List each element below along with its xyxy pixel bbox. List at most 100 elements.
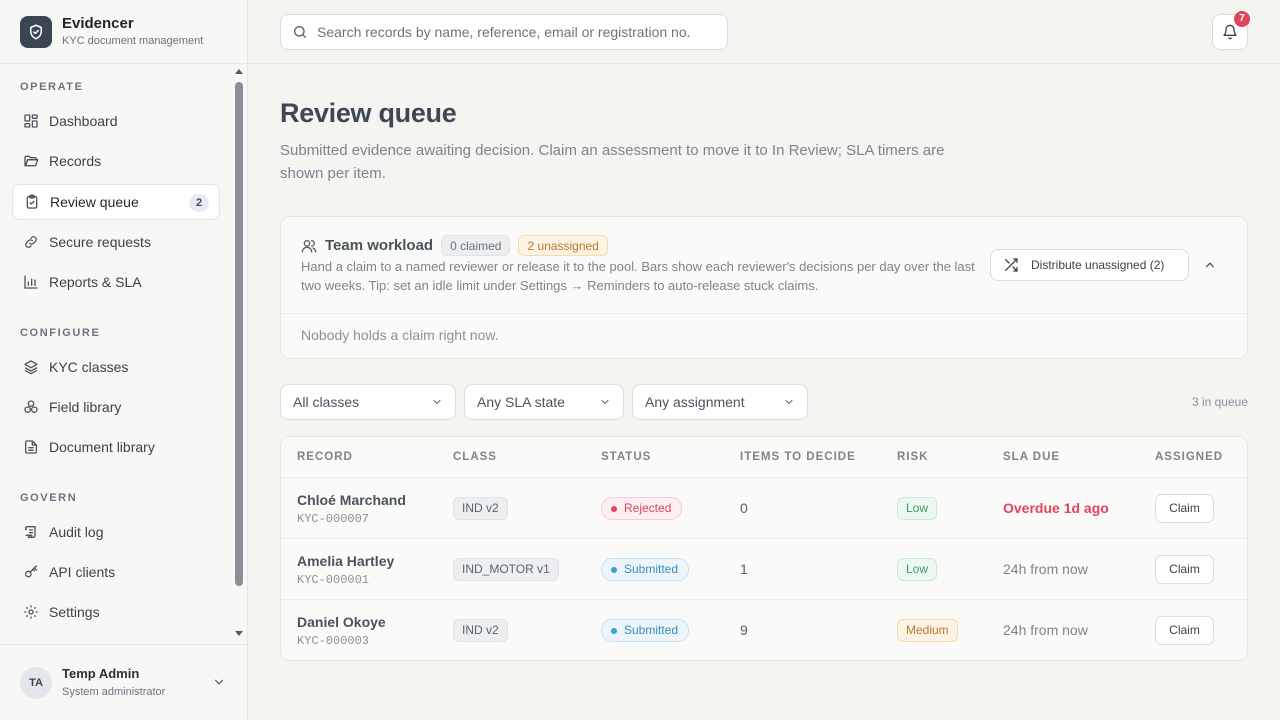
page-title: Review queue xyxy=(280,98,457,128)
sidebar-item-audit-log[interactable]: Audit log xyxy=(12,514,220,550)
record-reference: KYC-000007 xyxy=(297,512,370,526)
link-icon xyxy=(25,236,37,248)
sidebar-item-field-library[interactable]: Field library xyxy=(12,389,220,425)
user-role: System administrator xyxy=(62,686,166,698)
sidebar-item-label: Records xyxy=(49,153,102,169)
risk-badge: Low xyxy=(897,558,938,581)
record-reference: KYC-000003 xyxy=(297,634,370,648)
shuffle-icon xyxy=(1005,258,1018,272)
scrollbar-thumb[interactable] xyxy=(235,82,243,586)
sidebar-nav: OPERATE Dashboard Records Review queue 2… xyxy=(0,64,232,644)
record-name[interactable]: Chloé Marchand xyxy=(297,492,406,508)
clipboard-check-icon xyxy=(26,194,38,209)
sidebar-item-document-library[interactable]: Document library xyxy=(12,429,220,465)
user-menu[interactable]: TA Temp Admin System administrator xyxy=(0,644,247,720)
chevron-down-icon xyxy=(785,400,793,405)
team-workload-panel: Team workload 0 claimed 2 unassigned Han… xyxy=(280,216,1248,359)
sla-due: 24h from now xyxy=(1003,561,1088,577)
column-header-assigned[interactable]: ASSIGNED xyxy=(1155,451,1223,463)
column-header-risk[interactable]: RISK xyxy=(897,451,928,463)
column-header-record[interactable]: RECORD xyxy=(297,451,353,463)
risk-badge: Medium xyxy=(897,619,958,642)
search-icon xyxy=(294,26,306,38)
table-row[interactable]: Chloé Marchand KYC-000007 IND v2 Rejecte… xyxy=(281,477,1247,538)
dashboard-grid-icon xyxy=(24,114,38,128)
claim-button[interactable]: Claim xyxy=(1155,555,1214,584)
sidebar-item-settings[interactable]: Settings xyxy=(12,594,220,630)
sidebar-scrollbar[interactable] xyxy=(234,66,244,642)
scroll-text-icon xyxy=(25,526,36,538)
sidebar-item-label: Audit log xyxy=(49,524,104,540)
brand[interactable]: Evidencer KYC document management xyxy=(0,0,247,64)
workload-description: Hand a claim to a named reviewer or rele… xyxy=(301,259,975,293)
sidebar-item-reports[interactable]: Reports & SLA xyxy=(12,264,220,300)
scroll-down-arrow-icon[interactable] xyxy=(234,629,244,639)
claim-button[interactable]: Claim xyxy=(1155,616,1214,645)
sidebar-item-label: Document library xyxy=(49,439,155,455)
status-label: Submitted xyxy=(624,623,679,637)
distribute-unassigned-button[interactable]: Distribute unassigned (2) xyxy=(990,249,1189,281)
chevron-down-icon xyxy=(601,400,609,405)
section-govern: GOVERN xyxy=(20,492,78,504)
chevron-up-icon[interactable] xyxy=(1203,258,1217,272)
claim-button[interactable]: Claim xyxy=(1155,494,1214,523)
column-header-status[interactable]: STATUS xyxy=(601,451,651,463)
workload-title: Team workload xyxy=(325,237,434,254)
unassigned-count-badge: 2 unassigned xyxy=(518,235,608,256)
status-badge: Rejected xyxy=(601,497,683,520)
status-dot xyxy=(611,566,617,573)
search-box[interactable] xyxy=(280,14,728,50)
app-name: Evidencer xyxy=(62,15,134,32)
sidebar-item-records[interactable]: Records xyxy=(12,143,220,179)
review-queue-count-badge: 2 xyxy=(189,194,209,212)
sidebar-item-dashboard[interactable]: Dashboard xyxy=(12,103,220,139)
distribute-label: Distribute unassigned (2) xyxy=(1031,258,1165,272)
class-badge: IND_MOTOR v1 xyxy=(453,558,559,581)
column-header-class[interactable]: CLASS xyxy=(453,451,497,463)
chevron-down-icon[interactable] xyxy=(212,675,226,689)
assignment-filter-select[interactable]: Any assignment xyxy=(632,384,808,420)
users-icon xyxy=(301,239,317,253)
class-badge: IND v2 xyxy=(453,497,508,520)
sla-filter-value: Any SLA state xyxy=(477,394,565,410)
sidebar-item-label: Reports & SLA xyxy=(49,274,142,290)
items-to-decide: 0 xyxy=(740,500,748,516)
app-subtitle: KYC document management xyxy=(62,35,204,47)
shapes-icon xyxy=(24,400,38,413)
class-filter-select[interactable]: All classes xyxy=(280,384,456,420)
divider xyxy=(281,313,1247,314)
record-name[interactable]: Daniel Okoye xyxy=(297,614,386,630)
record-reference: KYC-000001 xyxy=(297,573,370,587)
risk-badge: Low xyxy=(897,497,938,520)
sidebar-item-label: KYC classes xyxy=(49,359,129,375)
sla-due: 24h from now xyxy=(1003,622,1088,638)
items-to-decide: 1 xyxy=(740,561,748,577)
status-label: Rejected xyxy=(624,501,672,515)
search-input[interactable] xyxy=(317,24,717,40)
section-operate: OPERATE xyxy=(20,81,84,93)
sla-filter-select[interactable]: Any SLA state xyxy=(464,384,624,420)
column-header-sla-due[interactable]: SLA DUE xyxy=(1003,451,1060,463)
class-badge: IND v2 xyxy=(453,619,508,642)
avatar: TA xyxy=(20,666,52,699)
file-text-icon xyxy=(25,440,37,454)
claimed-count-badge: 0 claimed xyxy=(441,235,511,256)
sidebar-item-kyc-classes[interactable]: KYC classes xyxy=(12,349,220,385)
table-row[interactable]: Amelia Hartley KYC-000001 IND_MOTOR v1 S… xyxy=(281,538,1247,599)
sidebar-item-secure-requests[interactable]: Secure requests xyxy=(12,224,220,260)
column-header-items[interactable]: ITEMS TO DECIDE xyxy=(740,451,856,463)
sidebar-item-label: Settings xyxy=(49,604,100,620)
layers-icon xyxy=(24,360,38,375)
status-badge: Submitted xyxy=(601,619,690,642)
user-name: Temp Admin xyxy=(62,666,140,681)
scroll-up-arrow-icon[interactable] xyxy=(234,66,244,76)
bar-chart-icon xyxy=(24,275,38,289)
status-badge: Submitted xyxy=(601,558,690,581)
class-filter-value: All classes xyxy=(293,394,360,410)
sidebar-item-review-queue[interactable]: Review queue 2 xyxy=(12,184,220,220)
items-to-decide: 9 xyxy=(740,622,748,638)
table-row[interactable]: Daniel Okoye KYC-000003 IND v2 Submitted… xyxy=(281,599,1247,660)
sidebar-item-api-clients[interactable]: API clients xyxy=(12,554,220,590)
page-description: Submitted evidence awaiting decision. Cl… xyxy=(280,142,945,182)
record-name[interactable]: Amelia Hartley xyxy=(297,553,394,569)
